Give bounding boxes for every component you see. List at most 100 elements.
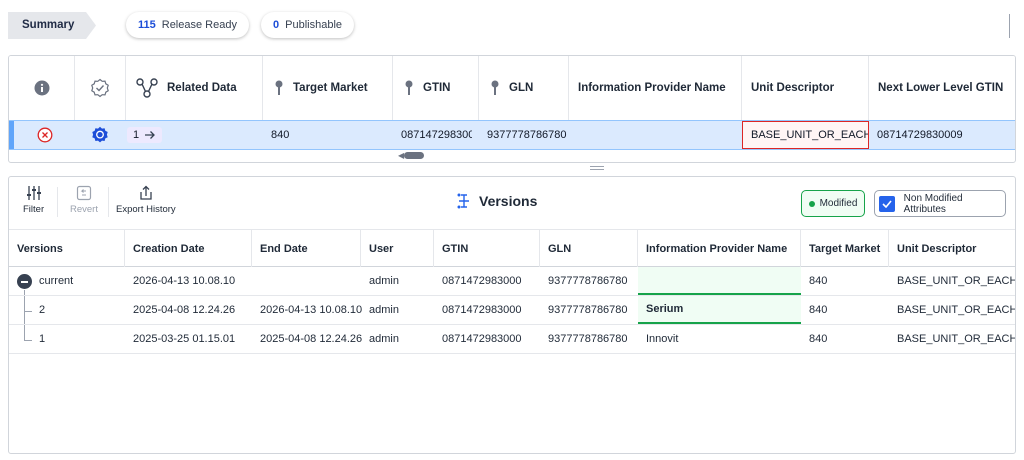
gln-cell: 9377778786780 bbox=[548, 333, 628, 345]
related-data-link[interactable]: 1 bbox=[127, 127, 163, 143]
related-data-column-header[interactable]: Related Data bbox=[126, 56, 263, 120]
release-ready-label: Release Ready bbox=[161, 19, 237, 31]
export-history-button[interactable]: Export History bbox=[116, 185, 176, 215]
gln-cell: 9377778786780 bbox=[548, 275, 628, 287]
unit-descriptor-header[interactable]: Unit Descriptor bbox=[889, 230, 1015, 267]
info-icon bbox=[34, 80, 49, 96]
gtin-cell: 0871472983000 bbox=[442, 333, 522, 345]
target-market-cell: 840 bbox=[271, 129, 290, 141]
publishable-label: Publishable bbox=[285, 19, 342, 31]
info-column-header[interactable] bbox=[9, 56, 75, 120]
info-provider-cell: Innovit bbox=[646, 333, 679, 345]
creation-date-cell: 2025-04-08 12.24.26 bbox=[133, 304, 236, 316]
next-lower-gtin-cell: 08714729830009 bbox=[877, 129, 963, 141]
info-provider-header-label: Information Provider Name bbox=[578, 82, 726, 94]
revert-button[interactable]: Revert bbox=[70, 185, 98, 215]
related-data-cell[interactable]: 1 bbox=[127, 121, 167, 149]
creation-date-cell: 2026-04-13 10.08.10 bbox=[133, 275, 236, 287]
next-lower-gtin-header-label: Next Lower Level GTIN bbox=[878, 82, 1004, 94]
gtin-cell: 0871472983000 bbox=[442, 304, 522, 316]
gtin-header-label: GTIN bbox=[423, 82, 451, 94]
version-row-1[interactable]: 1 2025-03-25 01.15.01 2025-04-08 12.24.2… bbox=[9, 325, 1016, 354]
version-row-2[interactable]: 2 2025-04-08 12.24.26 2026-04-13 10.08.1… bbox=[9, 296, 1016, 325]
product-grid: Related Data Target Market GTIN GLN Info… bbox=[8, 55, 1016, 163]
info-provider-header[interactable]: Information Provider Name bbox=[638, 230, 801, 267]
checkbox-icon[interactable] bbox=[879, 195, 895, 212]
validation-badge-icon bbox=[91, 78, 109, 98]
error-circle-icon bbox=[37, 127, 53, 143]
filter-label: Filter bbox=[23, 204, 45, 215]
creation-date-header[interactable]: Creation Date bbox=[125, 230, 252, 267]
info-provider-modified-cell bbox=[638, 267, 801, 295]
unit-descriptor-cell: BASE_UNIT_OR_EACH bbox=[897, 333, 1016, 345]
non-modified-label: Non Modified Attributes bbox=[903, 192, 963, 215]
modified-filter-button[interactable]: Modified bbox=[801, 190, 865, 217]
end-date-header[interactable]: End Date bbox=[252, 230, 361, 267]
info-provider-column-header[interactable]: Information Provider Name bbox=[569, 56, 742, 120]
export-icon bbox=[140, 185, 152, 200]
filter-button[interactable]: Filter bbox=[23, 185, 44, 215]
gtin-header[interactable]: GTIN bbox=[434, 230, 540, 267]
error-status-cell[interactable] bbox=[37, 121, 57, 149]
user-cell: admin bbox=[369, 333, 399, 345]
versions-panel: Filter Revert Export History Versions Mo… bbox=[8, 176, 1016, 454]
next-lower-gtin-column-header[interactable]: Next Lower Level GTIN bbox=[869, 56, 1015, 120]
target-market-cell: 840 bbox=[809, 275, 828, 287]
sync-status-cell[interactable] bbox=[91, 121, 111, 149]
target-market-column-header[interactable]: Target Market bbox=[263, 56, 393, 120]
gtin-column-header[interactable]: GTIN bbox=[393, 56, 479, 120]
target-market-header[interactable]: Target Market bbox=[801, 230, 889, 267]
release-ready-filter[interactable]: 115 Release Ready bbox=[126, 12, 249, 38]
gln-header-label: GLN bbox=[509, 82, 534, 94]
top-divider bbox=[1009, 14, 1010, 38]
versions-header[interactable]: Versions bbox=[9, 230, 125, 267]
revert-icon bbox=[76, 185, 92, 201]
unit-descriptor-column-header[interactable]: Unit Descriptor bbox=[742, 56, 869, 120]
panel-splitter-handle[interactable] bbox=[590, 166, 604, 172]
user-cell: admin bbox=[369, 304, 399, 316]
end-date-cell bbox=[252, 267, 361, 295]
versions-title-label: Versions bbox=[479, 193, 538, 209]
related-data-header-label: Related Data bbox=[167, 82, 237, 94]
gear-badge-icon bbox=[92, 126, 108, 143]
row-selection-marker bbox=[9, 121, 14, 149]
user-header[interactable]: User bbox=[361, 230, 434, 267]
gln-header[interactable]: GLN bbox=[540, 230, 638, 267]
horizontal-scrollbar-thumb[interactable] bbox=[404, 152, 424, 159]
modified-dot-icon bbox=[808, 200, 815, 207]
creation-date-cell: 2025-03-25 01.15.01 bbox=[133, 333, 236, 345]
unit-descriptor-header-label: Unit Descriptor bbox=[751, 82, 835, 94]
unit-descriptor-error-cell[interactable]: BASE_UNIT_OR_EACH bbox=[742, 121, 869, 149]
unit-descriptor-cell: BASE_UNIT_OR_EACH bbox=[897, 304, 1016, 316]
summary-tab[interactable]: Summary bbox=[8, 12, 96, 39]
non-modified-attributes-toggle[interactable]: Non Modified Attributes bbox=[874, 190, 1006, 217]
product-grid-header: Related Data Target Market GTIN GLN Info… bbox=[9, 56, 1015, 120]
key-icon bbox=[491, 80, 499, 95]
gln-cell: 9377778786780 bbox=[548, 304, 628, 316]
versions-icon bbox=[457, 193, 469, 209]
version-cell: 2 bbox=[39, 304, 46, 316]
version-cell: 1 bbox=[39, 333, 46, 345]
end-date-cell: 2025-04-08 12.24.26 bbox=[260, 333, 363, 345]
validation-column-header[interactable] bbox=[75, 56, 126, 120]
gtin-cell: 0871472983000 bbox=[401, 129, 472, 141]
export-history-label: Export History bbox=[116, 204, 176, 215]
gln-cell: 9377778786780 bbox=[487, 129, 567, 141]
filter-icon bbox=[26, 186, 41, 200]
key-icon bbox=[275, 80, 283, 95]
publishable-filter[interactable]: 0 Publishable bbox=[261, 12, 354, 38]
revert-label: Revert bbox=[70, 204, 98, 215]
top-bar: Summary 115 Release Ready 0 Publishable bbox=[0, 0, 1024, 50]
target-market-cell: 840 bbox=[809, 304, 828, 316]
gln-column-header[interactable]: GLN bbox=[479, 56, 569, 120]
product-row[interactable]: 1 840 0871472983000 9377778786780 BASE_U… bbox=[9, 120, 1015, 150]
user-cell: admin bbox=[369, 275, 399, 287]
versions-table-header: Versions Creation Date End Date User GTI… bbox=[9, 229, 1015, 267]
unit-descriptor-cell: BASE_UNIT_OR_EACH bbox=[897, 275, 1016, 287]
related-count: 1 bbox=[133, 129, 140, 141]
key-icon bbox=[405, 80, 413, 95]
related-data-icon bbox=[136, 78, 158, 98]
version-row-current[interactable]: current 2026-04-13 10.08.10 admin 087147… bbox=[9, 267, 1016, 296]
collapse-icon[interactable] bbox=[17, 274, 32, 289]
modified-label: Modified bbox=[819, 198, 858, 209]
